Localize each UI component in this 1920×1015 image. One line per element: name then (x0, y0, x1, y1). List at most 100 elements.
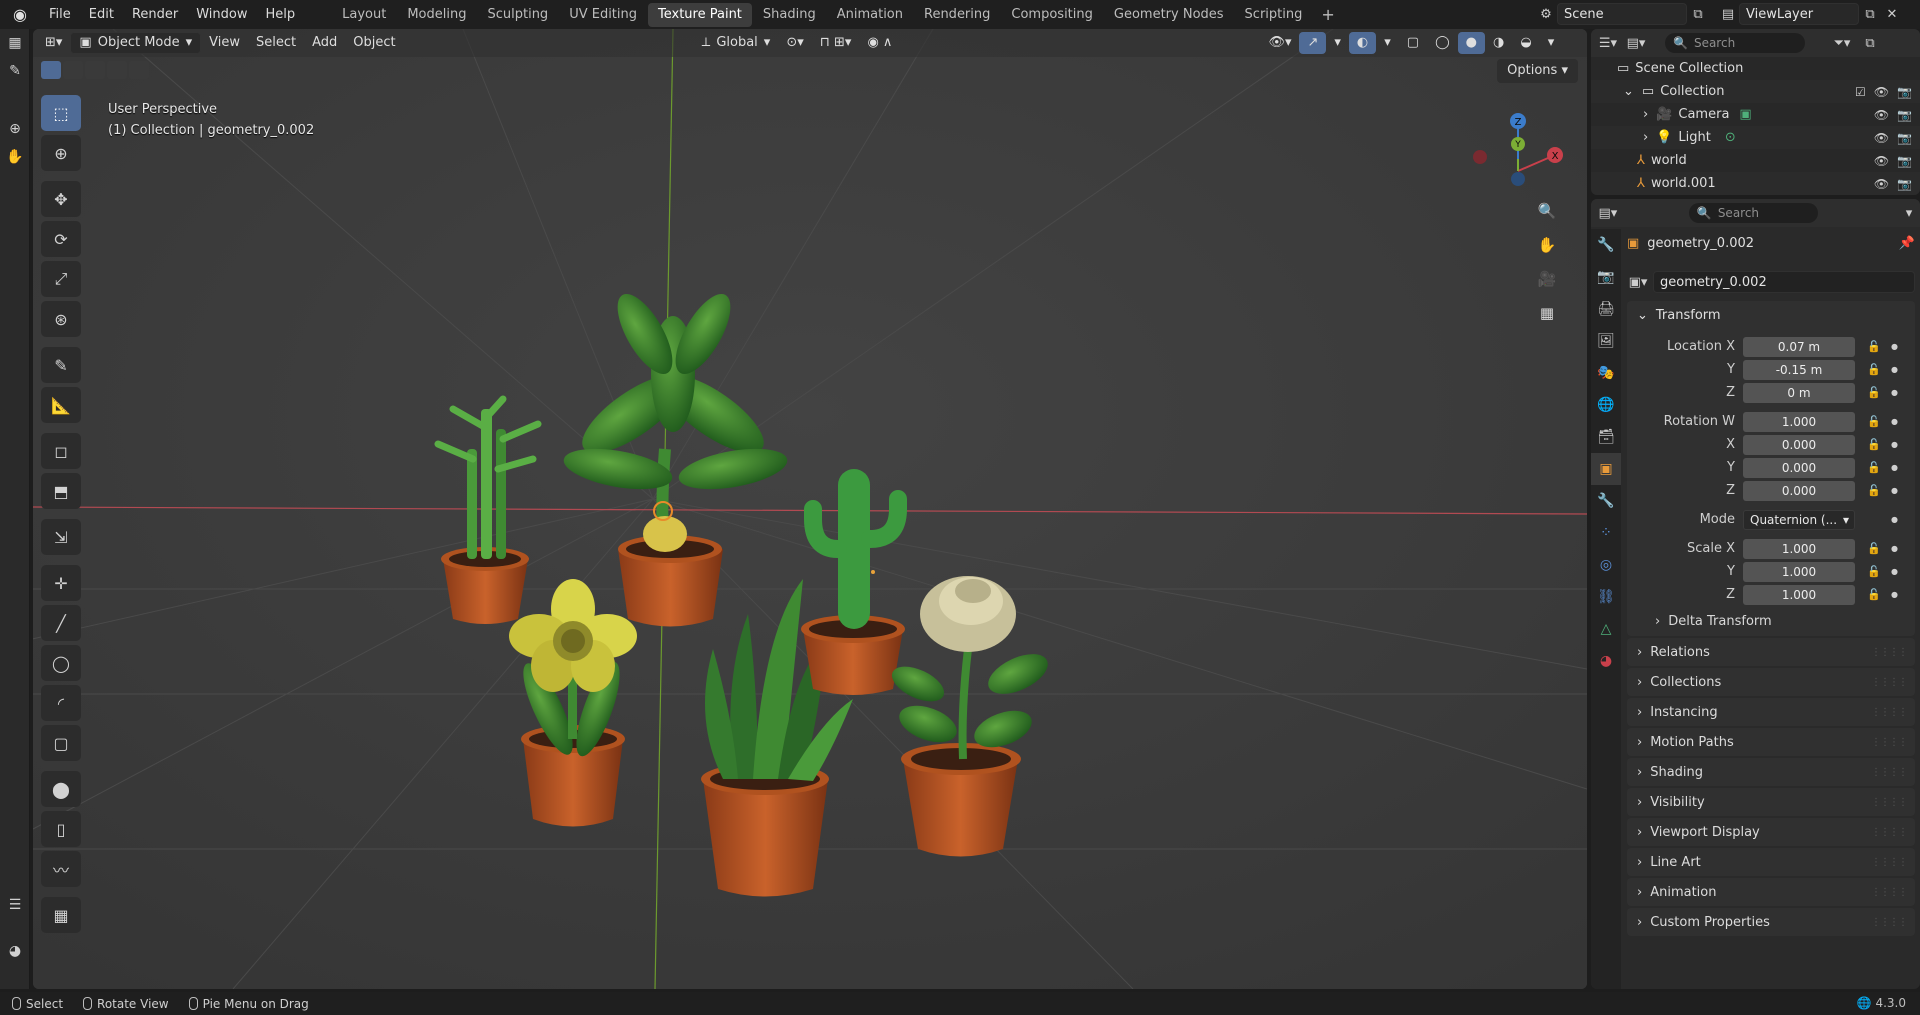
shading-dropdown-icon[interactable]: ▾ (1540, 32, 1563, 54)
overlay-toggle-icon[interactable]: ◐ (1348, 32, 1377, 54)
outliner-row-scene-collection[interactable]: ▭ Scene Collection (1591, 57, 1920, 80)
object-tab-icon[interactable]: ▣ (1591, 453, 1621, 485)
tab-geometry-nodes[interactable]: Geometry Nodes (1104, 3, 1234, 27)
scene-tab-icon[interactable]: 🎭 (1591, 357, 1621, 389)
properties-editor-type-icon[interactable]: ▤▾ (1597, 202, 1619, 224)
keyframe-dot-icon[interactable]: ● (1891, 342, 1898, 351)
drag-grip-icon[interactable]: ⋮⋮⋮⋮ (1871, 737, 1908, 748)
menu-select[interactable]: Select (248, 32, 304, 54)
wireframe-shading-icon[interactable]: ◯ (1427, 32, 1458, 54)
transform-orientation-dropdown[interactable]: ⟂ Global ▾ (694, 32, 779, 54)
keyframe-dot-icon[interactable]: ● (1891, 544, 1898, 553)
xray-icon[interactable]: ▢ (1399, 32, 1427, 54)
render-tab-icon[interactable]: 📷 (1591, 261, 1621, 293)
display-mode-icon[interactable]: ▤▾ (1625, 32, 1647, 54)
proportional-edit-icon[interactable]: ◉ ∧ (859, 32, 900, 54)
keyframe-dot-icon[interactable]: ● (1891, 486, 1898, 495)
new-collection-icon[interactable]: ⧉ (1859, 32, 1881, 54)
extrude-tool[interactable]: ⬒ (41, 473, 81, 509)
drag-grip-icon[interactable]: ⋮⋮⋮⋮ (1871, 857, 1908, 868)
tab-shading[interactable]: Shading (753, 3, 826, 27)
physics-tab-icon[interactable]: ◎ (1591, 549, 1621, 581)
add-rect-tool[interactable]: ▢ (41, 725, 81, 761)
paint-tool-icon[interactable]: ✎ (0, 57, 30, 85)
panel-shading[interactable]: › Shading ⋮⋮⋮⋮ (1627, 758, 1915, 786)
modifiers-tab-icon[interactable]: 🔧 (1591, 485, 1621, 517)
tab-sculpting[interactable]: Sculpting (477, 3, 558, 27)
transform-panel-header[interactable]: ⌄ Transform (1627, 301, 1915, 329)
eye-icon[interactable]: 👁 (1874, 108, 1889, 122)
tab-compositing[interactable]: Compositing (1001, 3, 1103, 27)
rendered-shading-icon[interactable]: ◒ (1512, 32, 1539, 54)
eye-icon[interactable]: 👁 (1874, 131, 1889, 145)
hamburger-icon[interactable]: ☰ (0, 891, 30, 919)
lock-icon[interactable]: 🔓 (1867, 363, 1881, 376)
panel-relations[interactable]: › Relations ⋮⋮⋮⋮ (1627, 638, 1915, 666)
particles-tab-icon[interactable]: ⁘ (1591, 517, 1621, 549)
select-invert-icon[interactable] (107, 61, 127, 79)
outliner-search-input[interactable]: 🔍 Search (1665, 33, 1805, 53)
drag-grip-icon[interactable]: ⋮⋮⋮⋮ (1871, 707, 1908, 718)
pin-icon[interactable]: 📌 (1899, 236, 1915, 251)
world-tab-icon[interactable]: 🌐 (1591, 389, 1621, 421)
scale-y-field[interactable]: 1.000 (1743, 561, 1855, 582)
lock-icon[interactable]: 🔓 (1867, 542, 1881, 555)
new-view-layer-icon[interactable]: ⧉ (1859, 3, 1881, 25)
gizmo-neg-z[interactable] (1511, 172, 1525, 186)
zoom-icon[interactable]: 🔍 (1533, 197, 1561, 225)
keyframe-dot-icon[interactable]: ● (1891, 515, 1898, 524)
keyframe-dot-icon[interactable]: ● (1891, 417, 1898, 426)
add-line-tool[interactable]: ╱ (41, 605, 81, 641)
add-grid-tool[interactable]: ▦ (41, 897, 81, 933)
tab-texture-paint[interactable]: Texture Paint (648, 2, 752, 27)
rotation-z-field[interactable]: 0.000 (1743, 480, 1855, 501)
tab-modeling[interactable]: Modeling (397, 3, 476, 27)
output-tab-icon[interactable]: 🖨 (1591, 293, 1621, 325)
object-name-field[interactable]: geometry_0.002 (1653, 271, 1915, 293)
rotate-tool[interactable]: ⟳ (41, 221, 81, 257)
exclude-checkbox-icon[interactable]: ☑ (1855, 85, 1866, 99)
chevron-down-icon[interactable]: ⌄ (1623, 84, 1634, 99)
camera-render-icon[interactable]: 📷 (1897, 131, 1912, 145)
gizmo-dropdown-icon[interactable]: ▾ (1326, 32, 1349, 54)
outliner-row-world[interactable]: ⅄ world 👁 📷 (1591, 149, 1920, 172)
select-intersect-icon[interactable] (129, 61, 149, 79)
tab-uv-editing[interactable]: UV Editing (559, 3, 647, 27)
menu-edit[interactable]: Edit (80, 0, 123, 29)
constraints-tab-icon[interactable]: ⛓ (1591, 581, 1621, 613)
menu-object[interactable]: Object (345, 32, 403, 54)
location-y-field[interactable]: -0.15 m (1743, 359, 1855, 380)
scene-field[interactable]: Scene (1557, 3, 1687, 25)
rotation-w-field[interactable]: 1.000 (1743, 411, 1855, 432)
light-data-icon[interactable]: ⊙ (1725, 130, 1736, 145)
drag-grip-icon[interactable]: ⋮⋮⋮⋮ (1871, 767, 1908, 778)
options-dropdown[interactable]: Options ▾ (1497, 59, 1578, 83)
eye-icon[interactable]: 👁 (1874, 177, 1889, 191)
camera-render-icon[interactable]: 📷 (1897, 108, 1912, 122)
measure-tool[interactable]: 📐 (41, 387, 81, 423)
outliner-row-camera[interactable]: › 🎥 Camera ▣ 👁 📷 (1591, 103, 1920, 126)
lock-icon[interactable]: 🔓 (1867, 461, 1881, 474)
drag-grip-icon[interactable]: ⋮⋮⋮⋮ (1871, 887, 1908, 898)
scale-z-field[interactable]: 1.000 (1743, 584, 1855, 605)
rotation-mode-dropdown[interactable]: Quaternion (... ▾ (1743, 509, 1855, 530)
sphere-preview-icon[interactable]: ◕ (0, 937, 30, 965)
keyframe-dot-icon[interactable]: ● (1891, 463, 1898, 472)
filter-icon[interactable]: ⏷▾ (1831, 32, 1853, 54)
select-box-tool[interactable]: ⬚ (41, 95, 81, 131)
keyframe-dot-icon[interactable]: ● (1891, 365, 1898, 374)
camera-render-icon[interactable]: 📷 (1897, 85, 1912, 99)
tab-layout[interactable]: Layout (332, 3, 396, 27)
menu-file[interactable]: File (40, 0, 80, 29)
keyframe-dot-icon[interactable]: ● (1891, 590, 1898, 599)
drag-grip-icon[interactable]: ⋮⋮⋮⋮ (1871, 917, 1908, 928)
3d-viewport[interactable]: ⊞▾ ▣ Object Mode ▾ View Select Add Objec… (33, 29, 1587, 989)
curve-tool[interactable]: 〰 (41, 851, 81, 887)
add-workspace-button[interactable]: + (1313, 5, 1342, 24)
add-point-tool[interactable]: ✛ (41, 565, 81, 601)
add-circle-tool[interactable]: ◯ (41, 645, 81, 681)
rotation-x-field[interactable]: 0.000 (1743, 434, 1855, 455)
tab-scripting[interactable]: Scripting (1235, 3, 1313, 27)
eye-icon[interactable]: 👁 (1874, 85, 1889, 99)
move-tool[interactable]: ✥ (41, 181, 81, 217)
